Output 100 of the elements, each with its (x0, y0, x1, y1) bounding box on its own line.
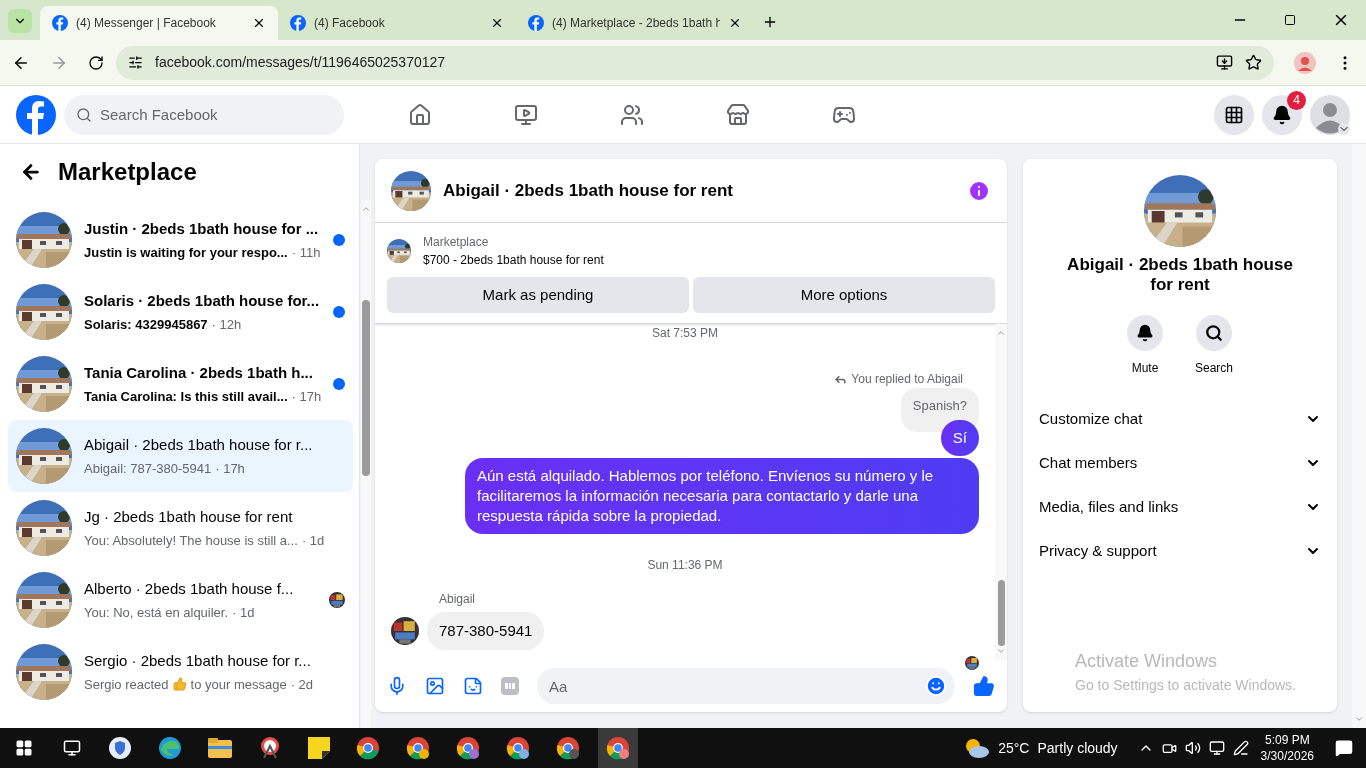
listing-title: $700 - 2beds 1bath house for rent (423, 252, 604, 269)
back-icon[interactable] (20, 161, 42, 183)
conversation-time: · 17h (215, 459, 245, 478)
tab-search-button[interactable] (8, 9, 32, 33)
section-row[interactable]: Media, files and links (1039, 485, 1321, 529)
video-icon[interactable] (514, 102, 538, 127)
conversation-time: · 2d (290, 675, 314, 694)
scrollbar[interactable] (995, 324, 1007, 660)
facebook-icon (52, 15, 68, 31)
conversation-preview: Justin is waiting for your respo... (84, 243, 288, 262)
site-settings-icon[interactable] (128, 55, 143, 70)
message-field[interactable]: Aa (537, 668, 955, 704)
shield-icon[interactable] (108, 736, 132, 760)
conversation-name: Tania Carolina · 2beds 1bath h... (84, 363, 314, 383)
grid-icon (1224, 104, 1244, 125)
timestamp: Sun 11:36 PM (647, 556, 723, 574)
chat-title: Abigail · 2beds 1bath house for rent (443, 179, 734, 202)
microphone-icon[interactable] (387, 676, 407, 696)
section-row[interactable]: Chat members (1039, 441, 1321, 485)
close-icon[interactable] (728, 16, 742, 30)
timestamp: Sat 7:53 PM (651, 325, 718, 342)
browser-icon[interactable] (606, 736, 630, 760)
section-row[interactable]: Customize chat (1039, 397, 1321, 441)
conversation-item[interactable]: Alberto · 2beds 1bath house f... You: No, está en alquiler. · 1d (8, 564, 354, 636)
conversation-time: · 12h (211, 315, 242, 334)
store-icon[interactable] (726, 102, 750, 127)
listing-button[interactable]: Mark as pending (387, 277, 689, 313)
details-title: Abigail · 2beds 1bath house for rent (1066, 255, 1294, 295)
tab-title: (4) Messenger | Facebook (76, 15, 217, 32)
conversation-preview: You: Absolutely! The house is still a... (84, 531, 298, 550)
scrollbar-thumb[interactable] (997, 580, 1005, 646)
search-icon (76, 106, 92, 123)
conversation-name: Abigail · 2beds 1bath house for r... (84, 435, 314, 455)
new-tab-icon[interactable] (762, 14, 778, 30)
conversation-item[interactable]: Solaris · 2beds 1bath house for... Solaris: 4329945867 · 12h (8, 276, 354, 348)
activation-title: Activate Windows (1075, 650, 1219, 673)
conversation-name: Sergio · 2beds 1bath house for r... (84, 651, 312, 671)
windows-icon[interactable] (15, 739, 33, 757)
conversation-time: · 17h (291, 387, 322, 406)
bell-icon (1136, 324, 1154, 342)
notification-center-icon[interactable] (1335, 739, 1353, 757)
search-icon (1205, 324, 1223, 342)
conversation-preview: to your message (190, 675, 287, 694)
menu-button[interactable] (1214, 94, 1254, 135)
sticky-notes-icon[interactable] (308, 737, 330, 759)
conversation-item[interactable]: Tania Carolina · 2beds 1bath h... Tania Carolina: Is this still avail... · 17h (8, 348, 354, 420)
weather-icon[interactable] (964, 737, 991, 759)
edge-icon[interactable] (158, 736, 182, 760)
conversation-preview: Sergio reacted (84, 675, 169, 694)
section-row[interactable]: Privacy & support (1039, 529, 1321, 573)
conversation-name: Jg · 2beds 1bath house for rent (84, 507, 294, 527)
browser-tab[interactable]: (4) Facebook (278, 6, 516, 40)
thumbs-up-icon[interactable] (973, 675, 995, 697)
conversation-name: Justin · 2beds 1bath house for ... (84, 219, 320, 239)
facebook-logo[interactable] (16, 94, 56, 135)
scrollbar-thumb[interactable] (362, 300, 371, 476)
reply-note: You replied to Abigail (851, 371, 963, 388)
conversation-item[interactable]: Justin · 2beds 1bath house for ... Justin is waiting for your respo... · 11h (8, 204, 354, 276)
browser-icon[interactable] (356, 736, 380, 760)
clock[interactable]: 5:09 PM 3/30/2026 (1260, 732, 1314, 764)
sticker-icon[interactable] (463, 676, 483, 696)
install-icon[interactable] (1216, 54, 1233, 71)
conversation-preview: Solaris: 4329945867 (84, 315, 208, 334)
conversation-time: · 1d (301, 531, 325, 550)
maximize-icon[interactable] (1284, 14, 1296, 26)
thumbs-up-icon (172, 677, 187, 692)
task-view-icon[interactable] (63, 739, 81, 757)
close-icon[interactable] (252, 16, 266, 30)
address-bar[interactable]: facebook.com/messages/t/1196465025370127 (116, 45, 1274, 80)
scrollbar[interactable] (361, 200, 372, 728)
temperature-text[interactable]: 25°C (998, 737, 1030, 759)
reload-icon[interactable] (88, 54, 104, 71)
pen-icon[interactable] (1232, 740, 1249, 756)
speaker-icon[interactable] (1184, 740, 1201, 756)
facebook-icon (528, 15, 544, 31)
browser-icon[interactable] (506, 736, 530, 760)
browser-tab[interactable]: (4) Messenger | Facebook (40, 6, 278, 40)
conversation-preview: You: No, está en alquiler. (84, 603, 229, 622)
home-icon[interactable] (408, 102, 432, 127)
profile-avatar[interactable] (1294, 51, 1316, 74)
folder-icon[interactable] (208, 738, 232, 758)
conversation-time: · 1d (232, 603, 255, 622)
conversation-item[interactable]: Jg · 2beds 1bath house for rent You: Absolutely! The house is still a... · 1d (8, 492, 354, 564)
account-avatar[interactable] (1310, 94, 1350, 135)
conversation-item[interactable]: Abigail · 2beds 1bath house for r... Abigail: 787-380-5941 · 17h (8, 420, 354, 492)
star-icon[interactable] (1245, 54, 1262, 71)
listing-button[interactable]: More options (693, 277, 995, 313)
conversation-item[interactable]: Sergio · 2beds 1bath house for r... Sergio reacted to your message · 2d (8, 636, 354, 708)
browser-icon[interactable] (556, 736, 580, 760)
browser-icon[interactable] (406, 736, 430, 760)
image-icon[interactable] (425, 676, 445, 696)
friends-icon[interactable] (620, 102, 644, 127)
tab-title: (4) Facebook (314, 15, 386, 32)
close-icon[interactable] (490, 16, 504, 30)
message-bubble: 787-380-5941 (427, 611, 545, 650)
weather-text[interactable]: Partly cloudy (1037, 737, 1118, 759)
emoji-icon[interactable] (925, 675, 947, 697)
scrollbar[interactable] (1352, 144, 1366, 728)
search-field[interactable]: Search Facebook (64, 94, 344, 135)
browser-icon[interactable] (456, 736, 480, 760)
